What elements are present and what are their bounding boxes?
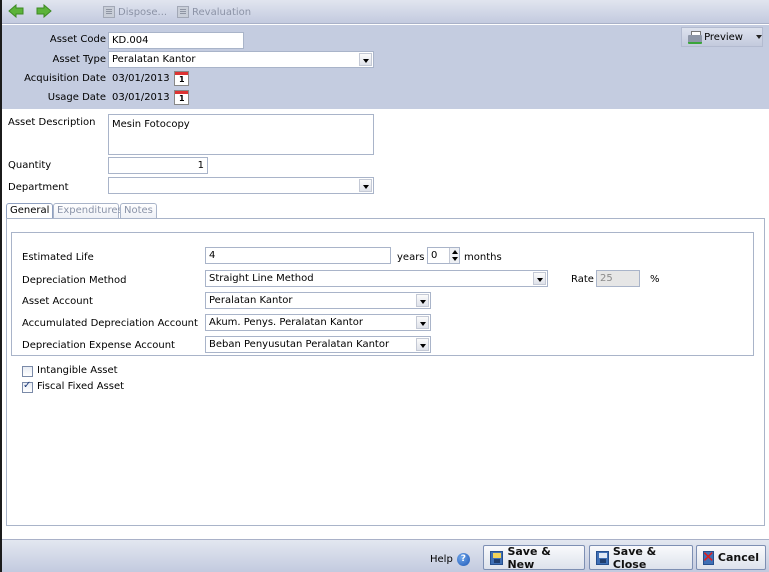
tab-notes[interactable]: Notes [120, 203, 157, 219]
months-label: months [464, 252, 502, 263]
preview-button[interactable]: Preview [681, 27, 763, 47]
accumulated-depreciation-account-select[interactable]: Akum. Penys. Peralatan Kantor [205, 314, 431, 331]
chevron-down-icon[interactable] [756, 35, 762, 39]
document-icon [103, 6, 115, 18]
acquisition-date-label: Acquisition Date [24, 73, 106, 84]
asset-account-label: Asset Account [22, 296, 93, 307]
depreciation-expense-account-label: Depreciation Expense Account [22, 340, 175, 351]
dispose-button[interactable]: Dispose... [103, 4, 167, 20]
rate-label: Rate [571, 274, 594, 285]
help-icon: ? [456, 553, 470, 566]
acquisition-date-input[interactable]: 03/01/2013 [108, 70, 172, 87]
asset-type-select[interactable]: Peralatan Kantor [108, 51, 374, 68]
chevron-down-icon[interactable] [533, 272, 546, 285]
estimated-life-years-input[interactable]: 4 [205, 247, 391, 264]
department-select[interactable] [108, 177, 374, 194]
save-new-button[interactable]: Save & New [483, 545, 585, 571]
calendar-icon[interactable] [174, 90, 189, 105]
intangible-asset-checkbox[interactable] [22, 366, 33, 377]
intangible-asset-label: Intangible Asset [37, 365, 118, 376]
chevron-down-icon[interactable] [359, 53, 372, 66]
asset-code-input[interactable]: KD.004 [108, 32, 244, 49]
arrow-left-icon[interactable] [8, 4, 24, 18]
chevron-down-icon[interactable] [416, 294, 429, 307]
spinner-icon[interactable] [449, 248, 459, 263]
department-label: Department [8, 182, 69, 193]
asset-code-label: Asset Code [49, 34, 106, 45]
revaluation-button[interactable]: Revaluation [177, 4, 251, 20]
estimated-life-label: Estimated Life [22, 252, 94, 263]
asset-type-label: Asset Type [52, 54, 106, 65]
footer-bar: Help ? Save & New Save & Close Cancel [2, 539, 769, 572]
asset-account-select[interactable]: Peralatan Kantor [205, 292, 431, 309]
cancel-icon [702, 548, 714, 566]
estimated-life-months-input[interactable]: 0 [427, 247, 460, 264]
asset-description-textarea[interactable]: Mesin Fotocopy [108, 114, 374, 155]
years-label: years [397, 252, 425, 263]
save-close-button[interactable]: Save & Close [589, 545, 693, 571]
usage-date-input[interactable]: 03/01/2013 [108, 89, 172, 106]
chevron-down-icon[interactable] [416, 338, 429, 351]
cancel-button[interactable]: Cancel [696, 545, 766, 570]
printer-icon [688, 31, 703, 44]
asset-description-label: Asset Description [8, 117, 96, 128]
fiscal-fixed-asset-label: Fiscal Fixed Asset [37, 381, 125, 392]
calendar-icon[interactable] [174, 71, 189, 86]
depreciation-expense-account-select[interactable]: Beban Penyusutan Peralatan Kantor [205, 336, 431, 353]
fixed-asset-window: Dispose... Revaluation Asset Code KD.004… [2, 0, 769, 572]
help-link[interactable]: Help ? [430, 553, 470, 566]
document-icon [177, 6, 189, 18]
rate-input: 25 [596, 270, 640, 287]
quantity-label: Quantity [8, 160, 52, 171]
accumulated-depreciation-account-label: Accumulated Depreciation Account [22, 318, 198, 329]
toolbar: Dispose... Revaluation [2, 0, 769, 24]
chevron-down-icon[interactable] [416, 316, 429, 329]
rate-unit: % [650, 274, 660, 285]
depreciation-method-label: Depreciation Method [22, 275, 127, 286]
arrow-right-icon[interactable] [36, 4, 52, 18]
depreciation-method-select[interactable]: Straight Line Method [205, 270, 548, 287]
save-new-icon [490, 550, 504, 565]
fiscal-fixed-asset-checkbox[interactable] [22, 380, 33, 393]
chevron-down-icon[interactable] [359, 179, 372, 192]
header-panel: Asset Code KD.004 Asset Type Peralatan K… [2, 25, 769, 109]
tab-expenditures[interactable]: Expenditures [53, 203, 123, 219]
save-icon [596, 550, 609, 565]
usage-date-label: Usage Date [47, 92, 106, 103]
quantity-input[interactable]: 1 [108, 157, 208, 174]
